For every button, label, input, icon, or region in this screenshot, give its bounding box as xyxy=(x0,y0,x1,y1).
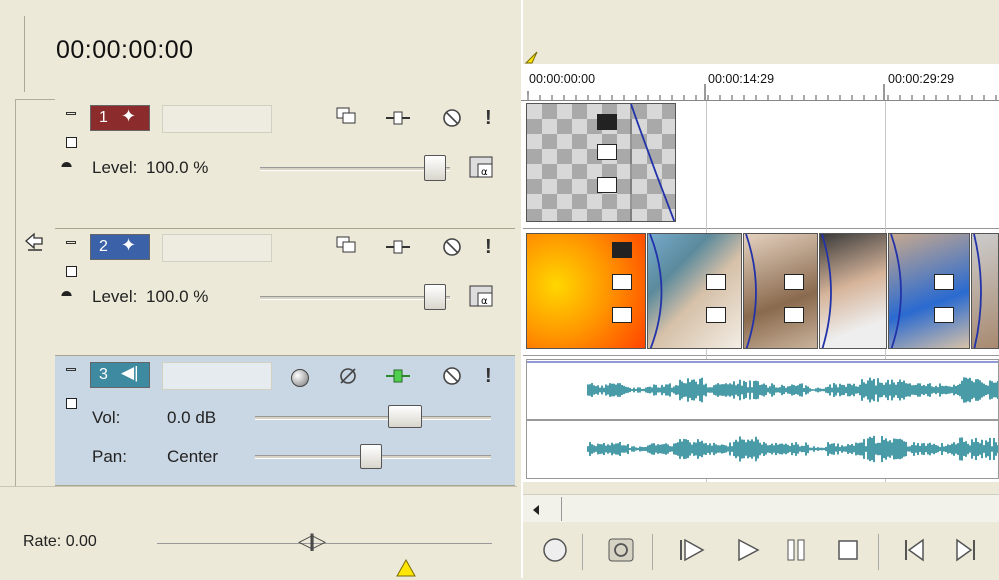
minimize-track-icon[interactable] xyxy=(66,112,76,115)
play-button[interactable] xyxy=(734,538,762,566)
crop-icon[interactable] xyxy=(612,274,632,290)
vol-value: 0.0 dB xyxy=(167,408,217,427)
level-label: Level: xyxy=(92,158,138,177)
track-number-badge[interactable]: 1 ✦ xyxy=(90,105,150,131)
transport-separator xyxy=(652,534,653,570)
pan-slider-thumb[interactable] xyxy=(360,444,382,469)
level-slider-track[interactable] xyxy=(260,167,450,171)
solo-icon[interactable]: ! xyxy=(485,236,492,259)
video-clip[interactable] xyxy=(971,233,999,349)
solo-icon[interactable]: ! xyxy=(485,107,492,130)
maximize-track-icon[interactable] xyxy=(66,398,77,409)
video-clip[interactable] xyxy=(526,233,646,349)
time-display[interactable]: 00:00:00:00 xyxy=(56,36,194,65)
volume-slider-track[interactable] xyxy=(255,416,491,420)
svg-text:α: α xyxy=(481,167,488,178)
alpha-icon[interactable]: α xyxy=(469,156,495,180)
video-clip[interactable] xyxy=(888,233,970,349)
rate-control: Rate: 0.00 ◁||▷ xyxy=(0,486,517,578)
track-gutter xyxy=(15,99,55,486)
event-fx-icon[interactable] xyxy=(612,307,632,323)
minimize-track-icon[interactable] xyxy=(66,368,76,371)
go-to-start-button[interactable] xyxy=(900,538,928,566)
video-clip[interactable] xyxy=(647,233,742,349)
invert-phase-icon[interactable] xyxy=(337,365,359,387)
scrollbar-thumb[interactable] xyxy=(561,497,562,521)
volume-slider-thumb[interactable] xyxy=(388,405,422,428)
solo-icon[interactable]: ! xyxy=(485,365,492,388)
video-clip[interactable] xyxy=(743,233,818,349)
svg-text:α: α xyxy=(481,296,488,307)
pan-value: Center xyxy=(167,447,219,466)
track-name-field[interactable] xyxy=(162,234,272,262)
horizontal-scrollbar[interactable] xyxy=(523,494,999,522)
crop-icon[interactable] xyxy=(597,144,617,160)
crop-icon[interactable] xyxy=(706,274,726,290)
maximize-track-icon[interactable] xyxy=(66,266,77,277)
compositing-icon[interactable] xyxy=(386,109,410,131)
track-motion-icon[interactable]: ⯊ xyxy=(61,159,72,176)
stop-button[interactable] xyxy=(834,538,862,566)
rate-label: Rate: 0.00 xyxy=(23,533,97,550)
track-name-field[interactable] xyxy=(162,362,272,390)
crop-icon[interactable] xyxy=(784,274,804,290)
event-fx-icon[interactable] xyxy=(784,307,804,323)
video-track-icon: ✦ xyxy=(121,235,137,255)
record-button[interactable] xyxy=(541,538,569,566)
alpha-icon[interactable]: α xyxy=(469,285,495,309)
event-fx-icon[interactable] xyxy=(934,307,954,323)
crop-icon[interactable] xyxy=(335,107,357,129)
maximize-track-icon[interactable] xyxy=(66,137,77,148)
compositing-icon[interactable] xyxy=(386,367,410,389)
transport-separator xyxy=(878,534,879,570)
track-name-field[interactable] xyxy=(162,105,272,133)
ruler-tick-label: 00:00:29:29 xyxy=(888,72,955,86)
compositing-icon[interactable] xyxy=(386,238,410,260)
track-1-header[interactable]: ⯊ 1 ✦ ! Level: 100.0 % α xyxy=(55,99,515,229)
record-icon[interactable] xyxy=(291,369,309,387)
level-slider-thumb[interactable] xyxy=(424,155,446,181)
crop-icon[interactable] xyxy=(335,236,357,258)
mute-icon[interactable] xyxy=(441,366,463,388)
video-clip[interactable] xyxy=(526,103,676,222)
level-value: 100.0 % xyxy=(146,287,209,306)
event-pan-crop-icon[interactable] xyxy=(612,242,632,258)
video-clip[interactable] xyxy=(819,233,887,349)
expand-track-up-icon[interactable] xyxy=(23,231,45,253)
ruler-tick-label: 00:00:14:29 xyxy=(708,72,775,86)
track-motion-icon[interactable]: ⯊ xyxy=(61,288,72,305)
track-number-badge[interactable]: 2 ✦ xyxy=(90,234,150,260)
track-3-header[interactable]: 3 ◀| ! Vol: 0.0 dB Pan: Center xyxy=(55,356,515,486)
event-fx-icon[interactable] xyxy=(706,307,726,323)
audio-clip[interactable] xyxy=(526,359,999,479)
mute-icon[interactable] xyxy=(441,237,463,259)
transport-separator xyxy=(582,534,583,570)
minimize-track-icon[interactable] xyxy=(66,241,76,244)
pause-button[interactable] xyxy=(782,538,810,566)
scroll-left-icon[interactable] xyxy=(531,503,541,519)
level-slider-thumb[interactable] xyxy=(424,284,446,310)
vol-label: Vol: xyxy=(92,408,121,427)
crop-icon[interactable] xyxy=(934,274,954,290)
rate-slider-thumb[interactable]: ◁||▷ xyxy=(298,531,350,555)
level-value: 100.0 % xyxy=(146,158,209,177)
loop-playback-button[interactable] xyxy=(607,538,635,566)
track-2-header[interactable]: ⯊ 2 ✦ ! Level: 100.0 % α xyxy=(55,229,515,356)
event-fx-icon[interactable] xyxy=(597,177,617,193)
event-pan-crop-icon[interactable] xyxy=(597,114,617,130)
play-from-start-button[interactable] xyxy=(678,538,706,566)
rate-center-marker-icon xyxy=(396,558,416,580)
pan-label: Pan: xyxy=(92,447,127,466)
audio-track-icon: ◀| xyxy=(121,363,139,382)
ruler-tick-label: 00:00:00:00 xyxy=(529,72,596,86)
track-number-badge[interactable]: 3 ◀| xyxy=(90,362,150,388)
video-track-icon: ✦ xyxy=(121,106,137,126)
mute-icon[interactable] xyxy=(441,108,463,130)
level-slider-track[interactable] xyxy=(260,296,450,300)
level-label: Level: xyxy=(92,287,138,306)
go-to-end-button[interactable] xyxy=(952,538,980,566)
